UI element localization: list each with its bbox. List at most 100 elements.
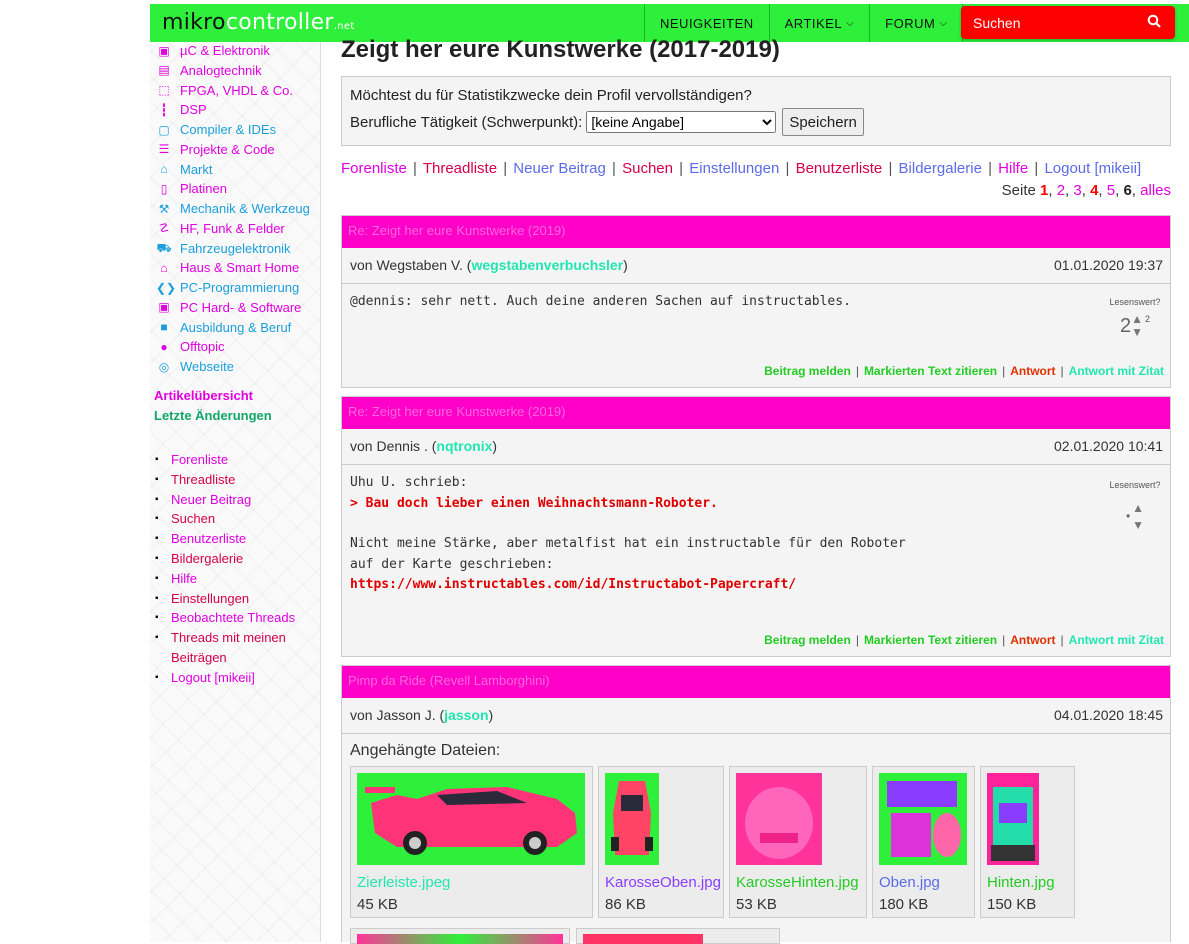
post-username[interactable]: nqtronix — [436, 438, 492, 454]
forum-link[interactable]: Logout [mikeii] — [171, 668, 311, 688]
post-date: 01.01.2020 19:37 — [1054, 257, 1163, 273]
report-link[interactable]: Beitrag melden — [764, 633, 851, 647]
sidebar-item-pc-hard-software[interactable]: ▣ PC Hard- & Software — [156, 300, 301, 315]
attachment[interactable]: Hinten.jpg 150 KB — [980, 766, 1075, 918]
attachment-image[interactable] — [736, 773, 822, 865]
attachment-image[interactable] — [605, 773, 659, 865]
sidebar-item-compiler-ides[interactable]: ▢ Compiler & IDEs — [156, 122, 276, 137]
attachment[interactable]: Oben.jpg 180 KB — [872, 766, 975, 918]
attachment-image[interactable] — [357, 934, 563, 944]
attachment-image[interactable] — [583, 934, 703, 944]
sidebar-item-hf-funk-felder[interactable]: ☡ HF, Funk & Felder — [156, 221, 285, 236]
rating-score: • — [1125, 509, 1131, 524]
attachment-image[interactable] — [987, 773, 1039, 865]
sidebar-item-µc-elektronik[interactable]: ▣ µC & Elektronik — [156, 43, 270, 58]
forum-nav-link[interactable]: Forenliste — [341, 160, 407, 177]
forum-link[interactable]: Hilfe — [171, 569, 311, 589]
post-username[interactable]: wegstabenverbuchsler — [471, 257, 623, 273]
search-input[interactable]: Suchen — [961, 6, 1175, 39]
post-author: Wegstaben V. — [376, 257, 463, 273]
nav-forum[interactable]: FORUM ⌵ — [869, 4, 964, 42]
attachments: Zierleiste.jpeg 45 KB KarosseOben.jpg 86… — [342, 766, 1170, 918]
profession-select[interactable]: [keine Angabe] — [586, 111, 777, 133]
sidebar-item-fpga-vhdl-co[interactable]: ⬚ FPGA, VHDL & Co. — [156, 83, 293, 98]
sidebar-item-webseite[interactable]: ◎ Webseite — [156, 359, 234, 374]
forum-link[interactable]: Threads mit meinen Beiträgen — [171, 628, 311, 668]
post-subject[interactable]: Pimp da Ride (Revell Lamborghini) — [342, 666, 1170, 698]
forum-link[interactable]: Suchen — [171, 509, 311, 529]
page-link[interactable]: 5 — [1107, 182, 1115, 199]
page-link[interactable]: 4 — [1090, 182, 1098, 199]
site-logo[interactable]: mikrocontroller.net — [162, 10, 355, 35]
page-link[interactable]: 3 — [1073, 182, 1081, 199]
reply-quote-link[interactable]: Antwort mit Zitat — [1069, 364, 1164, 378]
attachment[interactable]: KarosseOben.jpg 86 KB — [598, 766, 724, 918]
nav-artikel[interactable]: ARTIKEL ⌵ — [768, 4, 870, 42]
forum-nav-link[interactable]: Suchen — [622, 160, 673, 177]
page-link[interactable]: 1 — [1040, 182, 1048, 199]
downvote-arrow-icon[interactable]: ▼ — [1132, 517, 1144, 534]
downvote-arrow-icon[interactable]: ▼ — [1131, 325, 1143, 339]
search-icon[interactable] — [1147, 14, 1161, 31]
upvote-arrow-icon[interactable]: ▲ — [1131, 312, 1143, 326]
forum-nav-link[interactable]: Einstellungen — [689, 160, 779, 177]
post-subject[interactable]: Re: Zeigt her eure Kunstwerke (2019) — [342, 397, 1170, 429]
attachment-name[interactable]: KarosseOben.jpg — [605, 874, 721, 891]
attachment-name[interactable]: Hinten.jpg — [987, 874, 1068, 891]
upvote-arrow-icon[interactable]: ▲ — [1132, 500, 1144, 517]
attachment-name[interactable]: Zierleiste.jpeg — [357, 874, 586, 891]
forum-nav-link[interactable]: Neuer Beitrag — [513, 160, 606, 177]
save-button[interactable]: Speichern — [782, 108, 864, 136]
sidebar-item-label: HF, Funk & Felder — [180, 220, 285, 236]
forum-link[interactable]: Bildergalerie — [171, 549, 311, 569]
attachment-name[interactable]: Oben.jpg — [879, 874, 968, 891]
attachment-image[interactable] — [357, 773, 585, 865]
sidebar-item-pc-programmierung[interactable]: ❮❯ PC-Programmierung — [156, 280, 299, 295]
bullet-icon: ▪ — [155, 672, 159, 684]
nav-separator: | — [503, 160, 508, 177]
quote-marked-link[interactable]: Markierten Text zitieren — [864, 364, 997, 378]
pager-all[interactable]: alles — [1140, 182, 1171, 199]
attachment[interactable]: KarosseHinten.jpg 53 KB — [729, 766, 867, 918]
sidebar-item-markt[interactable]: ⌂ Markt — [156, 162, 212, 177]
post-link[interactable]: https://www.instructables.com/id/Instruc… — [350, 575, 1162, 596]
post-username[interactable]: jasson — [444, 707, 488, 723]
post-subject[interactable]: Re: Zeigt her eure Kunstwerke (2019) — [342, 216, 1170, 248]
page-link[interactable]: 2 — [1057, 182, 1065, 199]
attachment[interactable]: Zierleiste.jpeg 45 KB — [350, 766, 593, 918]
sidebar-item-label: FPGA, VHDL & Co. — [180, 82, 293, 98]
book-icon: ■ — [160, 320, 168, 334]
sidebar-item-haus-smart-home[interactable]: ⌂ Haus & Smart Home — [156, 260, 299, 275]
attachment-name[interactable]: KarosseHinten.jpg — [736, 874, 860, 891]
sidebar-item-fahrzeugelektronik[interactable]: ⛟ Fahrzeugelektronik — [156, 240, 290, 257]
sidebar-item-analogtechnik[interactable]: ▤ Analogtechnik — [156, 63, 261, 78]
forum-link[interactable]: Neuer Beitrag — [171, 490, 311, 510]
reply-quote-link[interactable]: Antwort mit Zitat — [1069, 633, 1164, 647]
sidebar-item-dsp[interactable]: ┇ DSP — [156, 102, 206, 117]
car-icon: ⛟ — [156, 240, 172, 255]
reply-link[interactable]: Antwort — [1010, 364, 1055, 378]
forum-link-item: ▪ Bildergalerie — [155, 549, 311, 569]
link-letzte-aenderungen[interactable]: Letzte Änderungen — [154, 408, 272, 423]
sidebar-item-mechanik-werkzeug[interactable]: ⚒ Mechanik & Werkzeug — [156, 201, 310, 216]
sidebar-item-projekte-code[interactable]: ☰ Projekte & Code — [156, 142, 275, 157]
forum-nav-link[interactable]: Logout [mikeii] — [1044, 160, 1141, 177]
report-link[interactable]: Beitrag melden — [764, 364, 851, 378]
bullet-icon: ▪ — [155, 592, 159, 604]
forum-nav-link[interactable]: Benutzerliste — [796, 160, 883, 177]
forum-link[interactable]: Einstellungen — [171, 589, 311, 609]
sidebar-item-offtopic[interactable]: ● Offtopic — [156, 339, 224, 354]
sidebar-item-platinen[interactable]: ▯ Platinen — [156, 181, 227, 196]
forum-link[interactable]: Forenliste — [171, 450, 311, 470]
reply-link[interactable]: Antwort — [1010, 633, 1055, 647]
quote-marked-link[interactable]: Markierten Text zitieren — [864, 633, 997, 647]
forum-link[interactable]: Beobachtete Threads — [171, 608, 311, 628]
sidebar-item-ausbildung-beruf[interactable]: ■ Ausbildung & Beruf — [156, 320, 291, 335]
forum-nav-link[interactable]: Threadliste — [423, 160, 497, 177]
link-artikeluebersicht[interactable]: Artikelübersicht — [154, 388, 253, 403]
forum-link[interactable]: Benutzerliste — [171, 529, 311, 549]
forum-nav-link[interactable]: Hilfe — [998, 160, 1028, 177]
attachment-image[interactable] — [879, 773, 967, 865]
forum-nav-link[interactable]: Bildergalerie — [899, 160, 982, 177]
forum-link[interactable]: Threadliste — [171, 470, 311, 490]
